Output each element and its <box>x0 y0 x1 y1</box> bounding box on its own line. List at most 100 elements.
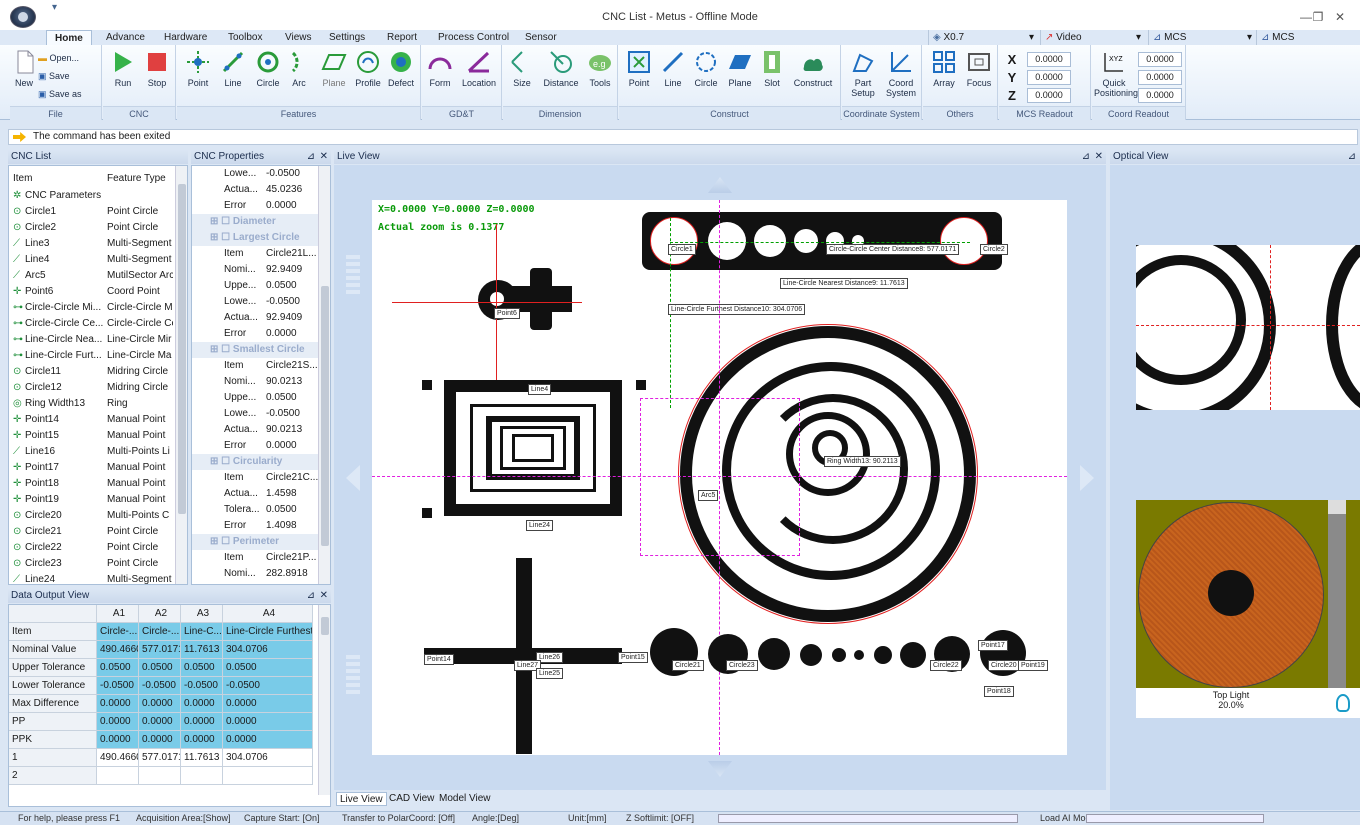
property-row[interactable]: Uppe...0.0500 <box>192 390 330 406</box>
label-circle23[interactable]: Circle23 <box>726 660 758 671</box>
table-column-header[interactable]: A4 <box>223 605 313 623</box>
tab-settings[interactable]: Settings <box>327 30 367 45</box>
property-row[interactable]: Item Circle21L... <box>192 246 330 262</box>
table-row[interactable]: Nominal Value 490.4660577.017111.7613 304.… <box>9 641 330 659</box>
cnc-list-item[interactable]: ⟋ Line24 Multi-Segment <box>9 572 174 584</box>
zoom-combo[interactable]: ◈ X0.7 ▾ <box>928 30 1038 45</box>
property-row[interactable]: Error 0.0000 <box>192 438 330 454</box>
label-line24[interactable]: Line24 <box>526 520 554 531</box>
cnc-list-item[interactable]: ⟋ Line3 Multi-Segment <box>9 236 174 252</box>
feature-line-button[interactable]: Line <box>219 45 247 102</box>
cnc-list-item[interactable]: ⊙ Circle11 Midring Circle <box>9 364 174 380</box>
cnc-list-item[interactable]: ⊙ Circle20 Multi-Points C <box>9 508 174 524</box>
construct-line-button[interactable]: Line <box>659 45 687 102</box>
property-category[interactable]: ⊞ ☐ Largest Circle <box>192 230 330 246</box>
feature-profile-button[interactable]: Profile <box>353 45 383 102</box>
pin-icon[interactable]: ⊿ <box>1348 150 1356 164</box>
table-row[interactable]: PPK 0.0000 0.0000 0.0000 0.0000 <box>9 731 330 749</box>
distance-button[interactable]: Distance <box>541 45 581 102</box>
property-row[interactable]: Uppe...0.0500 <box>192 582 330 584</box>
zoom-in-handle-icon[interactable] <box>346 255 360 295</box>
pan-up-arrow-icon[interactable] <box>708 177 732 193</box>
cnc-list-item[interactable]: ⊶ Circle-Circle Mi... Circle-Circle M <box>9 300 174 316</box>
array-button[interactable]: Array <box>929 45 959 102</box>
label-point17[interactable]: Point17 <box>978 640 1008 651</box>
mcs-combo-1[interactable]: ⊿ MCS ▾ <box>1148 30 1256 45</box>
property-row[interactable]: Actua... 92.9409 <box>192 310 330 326</box>
construct-plane-button[interactable]: Plane <box>725 45 755 102</box>
cnc-list-item[interactable]: ✛ Point14 Manual Point <box>9 412 174 428</box>
label-ring-width[interactable]: Ring Width13: 90.2113 <box>824 456 901 467</box>
cnc-list-item[interactable]: ✛ Point19 Manual Point <box>9 492 174 508</box>
tab-home[interactable]: Home <box>46 30 92 46</box>
close-panel-icon[interactable]: ✕ <box>1095 150 1103 164</box>
construct-slot-button[interactable]: Slot <box>759 45 785 102</box>
cnc-list-item[interactable]: ◎ Ring Width13 Ring <box>9 396 174 412</box>
expand-icon[interactable]: ⊞ ☐ <box>210 456 233 467</box>
cnc-list-item[interactable]: ✲ CNC Parameters <box>9 188 174 204</box>
cnc-list-item[interactable]: ⊶ Line-Circle Furt... Line-Circle Ma <box>9 348 174 364</box>
property-row[interactable]: Lowe... -0.0500 <box>192 166 330 182</box>
feature-plane-button[interactable]: Plane <box>317 45 351 102</box>
pan-down-arrow-icon[interactable] <box>708 761 732 777</box>
camera-preview[interactable] <box>1136 245 1360 410</box>
cnc-list-item[interactable]: ✛ Point18 Manual Point <box>9 476 174 492</box>
property-row[interactable]: Actua... 90.0213 <box>192 422 330 438</box>
tab-hardware[interactable]: Hardware <box>162 30 209 45</box>
light-level-slider[interactable] <box>1328 500 1346 688</box>
cnc-list-item[interactable]: ⊙ Circle22 Point Circle <box>9 540 174 556</box>
feature-defect-button[interactable]: Defect <box>385 45 417 102</box>
cnc-list-item[interactable]: ✛ Point17 Manual Point <box>9 460 174 476</box>
table-row[interactable]: 1 490.4660577.017111.7613 304.0706 <box>9 749 330 767</box>
label-circle22[interactable]: Circle22 <box>930 660 962 671</box>
table-column-header[interactable]: A2 <box>139 605 181 623</box>
property-row[interactable]: Nomi... 282.8918 <box>192 566 330 582</box>
size-button[interactable]: Size <box>509 45 535 102</box>
pan-right-arrow-icon[interactable] <box>1080 465 1094 491</box>
label-point19[interactable]: Point19 <box>1018 660 1048 671</box>
feature-point-button[interactable]: Point <box>183 45 213 102</box>
label-cc-center-distance[interactable]: Circle-Circle Center Distance8: 577.0171 <box>826 244 960 255</box>
part-setup-button[interactable]: Part Setup <box>846 45 880 102</box>
label-circle20[interactable]: Circle20 <box>988 660 1020 671</box>
expand-icon[interactable]: ⊞ ☐ <box>210 232 233 243</box>
tab-toolbox[interactable]: Toolbox <box>226 30 264 45</box>
label-circle2[interactable]: Circle2 <box>980 244 1008 255</box>
feature-arc-button[interactable]: Arc <box>287 45 311 102</box>
tab-live-view[interactable]: Live View <box>336 792 387 806</box>
status-softlimit[interactable]: Z Softlimit: [OFF] <box>626 812 694 825</box>
restore-button[interactable]: ❐ <box>1308 10 1328 24</box>
cnc-list-item[interactable]: ⊙ Circle12 Midring Circle <box>9 380 174 396</box>
expand-icon[interactable]: ⊞ ☐ <box>210 536 233 547</box>
status-angle[interactable]: Angle:[Deg] <box>472 812 519 825</box>
close-button[interactable]: ✕ <box>1330 10 1350 24</box>
cnc-list-item[interactable]: ⟋ Arc5 MutilSector Arc <box>9 268 174 284</box>
feature-circle-button[interactable]: Circle <box>253 45 283 102</box>
table-row[interactable]: Item Circle-... Circle-... Line-C... Line-Ci… <box>9 623 330 641</box>
col-type-header[interactable]: Feature Type <box>107 170 166 188</box>
table-row[interactable]: PP 0.0000 0.0000 0.0000 0.0000 <box>9 713 330 731</box>
construct-button[interactable]: Construct <box>789 45 837 102</box>
cnc-list-item[interactable]: ⊙ Circle1 Point Circle <box>9 204 174 220</box>
close-panel-icon[interactable]: ✕ <box>320 150 328 164</box>
cnc-list-scroll-thumb[interactable] <box>178 184 186 514</box>
expand-icon[interactable]: ⊞ ☐ <box>210 216 233 227</box>
tools-button[interactable]: e.g Tools <box>585 45 615 102</box>
lightbulb-icon[interactable] <box>1336 694 1350 712</box>
status-capture[interactable]: Capture Start: [On] <box>244 812 320 825</box>
label-point14[interactable]: Point14 <box>424 654 454 665</box>
property-row[interactable]: Error 0.0000 <box>192 198 330 214</box>
tab-model-view[interactable]: Model View <box>439 792 491 806</box>
property-row[interactable]: Lowe... -0.0500 <box>192 406 330 422</box>
new-button[interactable]: New <box>12 45 36 102</box>
status-polar[interactable]: Transfer to PolarCoord: [Off] <box>342 812 455 825</box>
property-row[interactable]: Item Circle21S... <box>192 358 330 374</box>
measurement-canvas[interactable]: X=0.0000 Y=0.0000 Z=0.0000 Actual zoom i… <box>372 200 1067 755</box>
properties-scrollbar[interactable] <box>318 166 330 584</box>
pan-left-arrow-icon[interactable] <box>346 465 360 491</box>
form-button[interactable]: Form <box>426 45 454 102</box>
label-point6[interactable]: Point6 <box>494 308 520 319</box>
mcs-combo-2[interactable]: ⊿ MCS <box>1256 30 1360 45</box>
cnc-list-item[interactable]: ✛ Point6 Coord Point <box>9 284 174 300</box>
location-button[interactable]: Location <box>460 45 498 102</box>
